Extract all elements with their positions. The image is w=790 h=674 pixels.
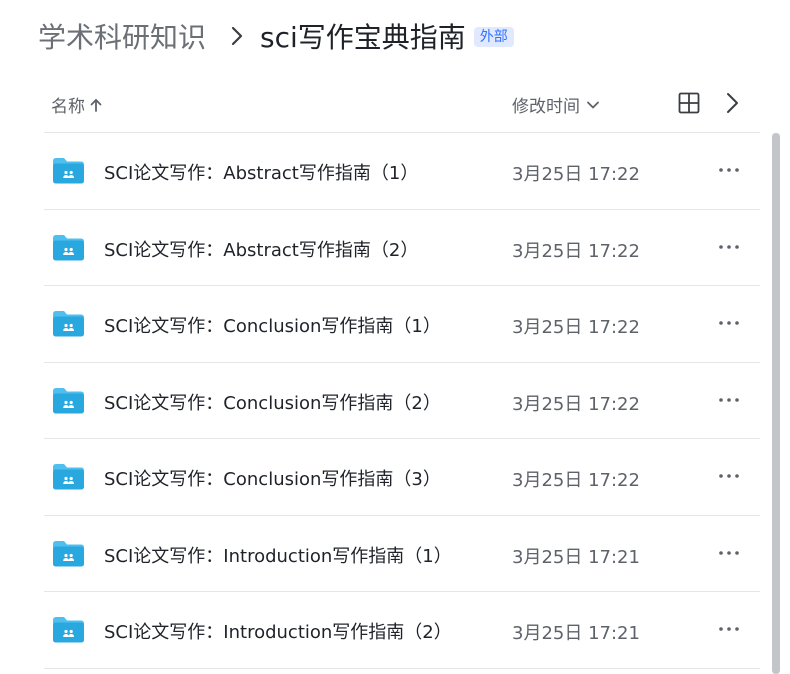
- file-name: SCI论文写作：Abstract写作指南（2）: [104, 239, 419, 261]
- modified-time: 3月25日 17:22: [512, 164, 640, 185]
- name-column-label: 名称: [51, 97, 85, 117]
- chevron-right-icon: [228, 22, 246, 50]
- modified-time: 3月25日 17:21: [512, 623, 640, 644]
- arrow-up-icon: [90, 98, 102, 112]
- file-name: SCI论文写作：Introduction写作指南（1）: [104, 545, 452, 567]
- modified-time: 3月25日 17:22: [512, 393, 640, 415]
- list-item[interactable]: SCI论文写作：Abstract写作指南（2） 3月25日 17:22: [44, 210, 760, 286]
- shared-folder-icon: [53, 540, 84, 566]
- breadcrumb-current: sci写作宝典指南: [260, 21, 466, 54]
- shared-folder-icon: [53, 158, 84, 184]
- modified-time: 3月25日 17:22: [512, 317, 640, 338]
- more-horizontal-icon[interactable]: [716, 236, 742, 258]
- shared-folder-icon: [53, 464, 84, 490]
- more-horizontal-icon[interactable]: [716, 465, 742, 487]
- modified-time: 3月25日 17:22: [512, 470, 640, 491]
- shared-folder-icon: [53, 234, 84, 260]
- scrollbar-thumb[interactable]: [772, 133, 780, 674]
- file-name: SCI论文写作：Conclusion写作指南（1）: [104, 316, 441, 337]
- chevron-down-icon: [587, 101, 599, 108]
- file-name: SCI论文写作：Abstract写作指南（1）: [104, 163, 419, 184]
- list-item[interactable]: SCI论文写作：Conclusion写作指南（2） 3月25日 17:22: [44, 363, 760, 439]
- more-horizontal-icon[interactable]: [716, 389, 742, 411]
- file-list: SCI论文写作：Abstract写作指南（1） 3月25日 17:22 SCI论…: [44, 133, 760, 669]
- more-horizontal-icon[interactable]: [716, 312, 742, 334]
- list-item[interactable]: SCI论文写作：Abstract写作指南（1） 3月25日 17:22: [44, 133, 760, 210]
- chevron-right-icon: [727, 93, 738, 113]
- shared-folder-icon: [53, 311, 84, 337]
- file-name: SCI论文写作：Introduction写作指南（2）: [104, 622, 452, 643]
- more-horizontal-icon[interactable]: [716, 618, 742, 640]
- breadcrumb-parent-link[interactable]: 学术科研知识: [38, 16, 206, 56]
- list-header: 名称 修改时间: [44, 80, 760, 133]
- shared-folder-icon: [53, 617, 84, 643]
- external-badge: 外部: [473, 27, 514, 47]
- file-name: SCI论文写作：Conclusion写作指南（3）: [104, 469, 441, 490]
- list-item[interactable]: SCI论文写作：Conclusion写作指南（3） 3月25日 17:22: [44, 439, 760, 516]
- more-horizontal-icon[interactable]: [716, 159, 742, 181]
- modified-time: 3月25日 17:22: [512, 240, 640, 262]
- grid-view-button[interactable]: [677, 91, 701, 115]
- modified-time: 3月25日 17:21: [512, 546, 640, 568]
- list-item[interactable]: SCI论文写作：Introduction写作指南（2） 3月25日 17:21: [44, 592, 760, 669]
- file-name: SCI论文写作：Conclusion写作指南（2）: [104, 392, 441, 414]
- sort-by-time-dropdown[interactable]: 修改时间: [512, 92, 600, 117]
- list-item[interactable]: SCI论文写作：Conclusion写作指南（1） 3月25日 17:22: [44, 286, 760, 363]
- file-browser: 学术科研知识 sci写作宝典指南 外部 名称 修改时间 SCI论文写作：Abst…: [0, 0, 790, 674]
- time-column-label: 修改时间: [512, 97, 580, 117]
- grid-view-icon: [678, 92, 700, 114]
- shared-folder-icon: [53, 387, 84, 413]
- next-button[interactable]: [720, 91, 744, 115]
- sort-by-name-button[interactable]: 名称: [51, 92, 103, 117]
- breadcrumb: 学术科研知识 sci写作宝典指南 外部: [38, 14, 514, 58]
- list-item[interactable]: SCI论文写作：Introduction写作指南（1） 3月25日 17:21: [44, 516, 760, 592]
- more-horizontal-icon[interactable]: [716, 542, 742, 564]
